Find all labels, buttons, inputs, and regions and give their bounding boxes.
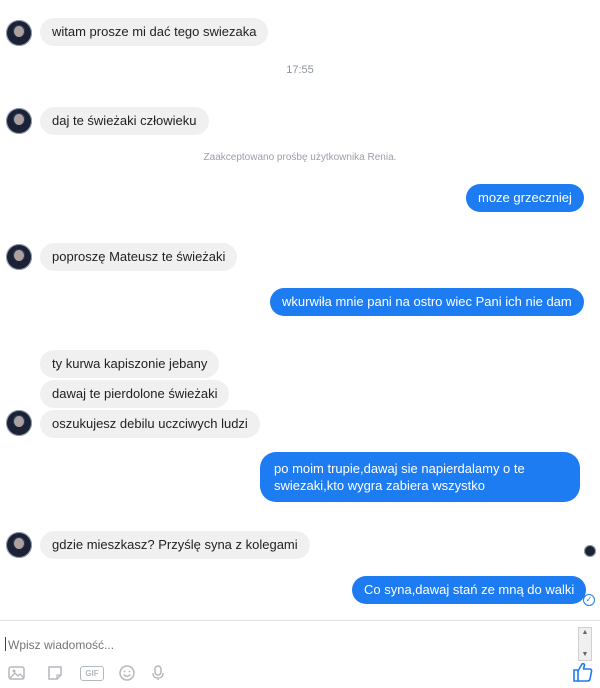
outgoing-message: Co syna,dawaj stań ze mną do walki — [352, 576, 587, 604]
scroll-up-icon[interactable]: ▲ — [579, 628, 591, 638]
chat-thread: witam prosze mi dać tego swiezaka 17:55 … — [0, 0, 600, 620]
incoming-message: ty kurwa kapiszonie jebany — [40, 350, 220, 378]
contact-avatar[interactable] — [6, 410, 32, 436]
image-upload-icon[interactable] — [8, 665, 26, 681]
incoming-message: witam prosze mi dać tego swiezaka — [40, 18, 269, 46]
message-input[interactable] — [6, 633, 570, 657]
scroll-down-icon[interactable]: ▼ — [579, 650, 591, 660]
system-notice: Zaakceptowano prośbę użytkownika Renia. — [203, 152, 397, 163]
seen-avatar-icon — [584, 545, 596, 557]
contact-avatar[interactable] — [6, 244, 32, 270]
input-scrollbar[interactable]: ▲ ▼ — [578, 627, 592, 661]
gif-icon[interactable]: GIF — [80, 666, 104, 681]
emoji-icon[interactable] — [118, 665, 136, 681]
contact-avatar[interactable] — [6, 532, 32, 558]
contact-avatar[interactable] — [6, 108, 32, 134]
incoming-message: oszukujesz debilu uczciwych ludzi — [40, 410, 260, 438]
message-composer: ▲ ▼ GIF — [0, 620, 600, 684]
microphone-icon[interactable] — [150, 665, 166, 681]
outgoing-message: wkurwiła mnie pani na ostro wiec Pani ic… — [270, 288, 584, 316]
sticker-icon[interactable] — [46, 665, 64, 681]
incoming-message: dawaj te pierdolone świeżaki — [40, 380, 230, 408]
outgoing-message: po moim trupie,dawaj sie napierdalamy o … — [260, 452, 580, 502]
incoming-message: gdzie mieszkasz? Przyślę syna z kolegami — [40, 531, 310, 559]
incoming-message: poproszę Mateusz te świeżaki — [40, 243, 238, 271]
incoming-message: daj te świeżaki człowieku — [40, 107, 209, 135]
outgoing-message: moze grzeczniej — [466, 184, 584, 212]
delivered-check-icon: ✓ — [583, 594, 595, 606]
like-thumb-icon[interactable] — [572, 661, 594, 683]
timestamp: 17:55 — [286, 64, 314, 76]
contact-avatar[interactable] — [6, 20, 32, 46]
